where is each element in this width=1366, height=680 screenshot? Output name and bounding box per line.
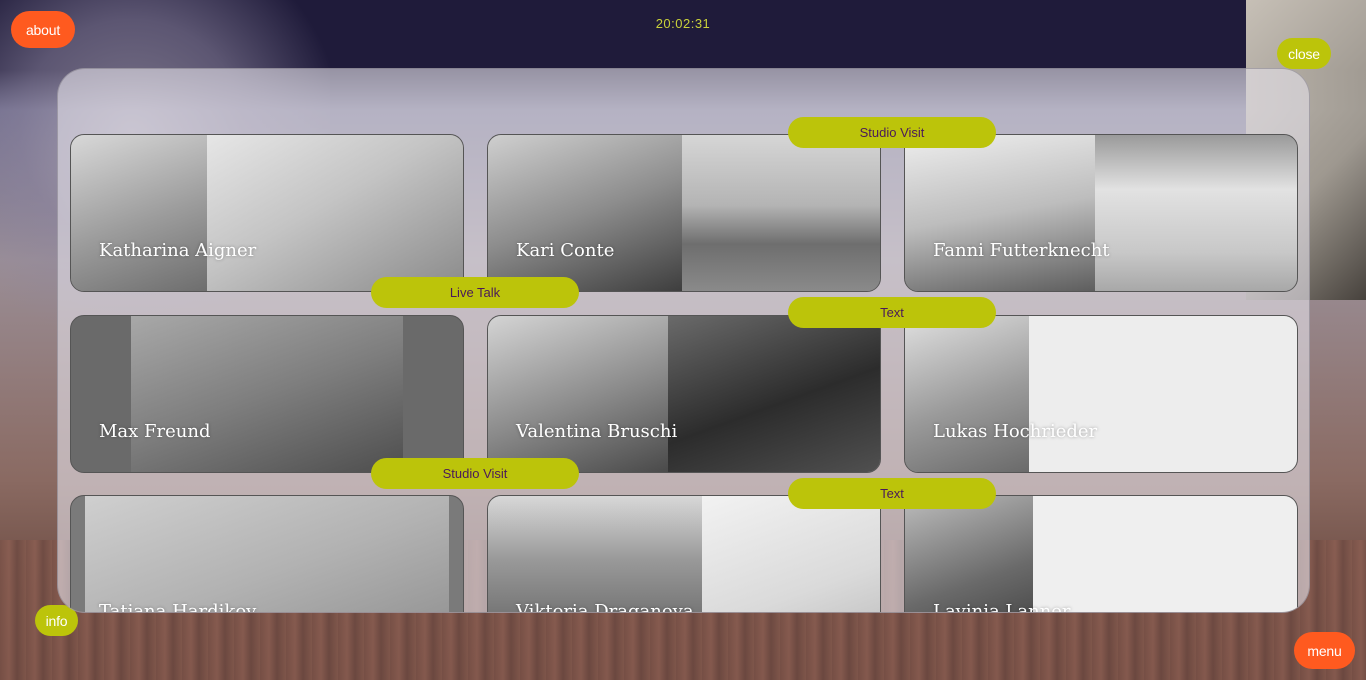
artist-photo [702,496,880,612]
artist-photo [488,316,668,472]
artist-photo [1029,316,1297,472]
artists-panel: Katharina Aigner Kari Conte Fanni Futter… [57,68,1310,613]
artist-photo [488,496,702,612]
artist-name: Lukas Hochrieder [933,421,1098,442]
tag-live-talk[interactable]: Live Talk [371,277,579,308]
artist-card[interactable]: Fanni Futterknecht [904,134,1298,292]
tag-text[interactable]: Text [788,297,996,328]
artist-photo [905,316,1029,472]
artist-card[interactable]: Kari Conte [487,134,881,292]
artist-name: Kari Conte [516,240,615,261]
artist-photo [71,135,207,291]
artist-photo [668,316,880,472]
clock: 20:02:31 [655,16,711,31]
artist-name: Viktoria Draganova [516,601,694,613]
artist-photo [488,135,682,291]
tag-studio-visit[interactable]: Studio Visit [371,458,579,489]
artist-photo [905,135,1095,291]
tag-studio-visit[interactable]: Studio Visit [788,117,996,148]
artist-name: Tatiana Hardikov [99,601,257,613]
artist-card[interactable]: Viktoria Draganova [487,495,881,613]
artist-card[interactable]: Lukas Hochrieder [904,315,1298,473]
artist-card[interactable]: Max Freund [70,315,464,473]
artist-photo [85,496,449,612]
artist-photo [682,135,880,291]
artist-photo [207,135,463,291]
artist-photo [1033,496,1297,612]
artist-photo [131,316,403,472]
artist-name: Max Freund [99,421,211,442]
tag-text[interactable]: Text [788,478,996,509]
about-button[interactable]: about [11,11,75,48]
artist-card[interactable]: Valentina Bruschi [487,315,881,473]
artist-card[interactable]: Katharina Aigner [70,134,464,292]
artist-card[interactable]: Lavinia Lanner [904,495,1298,613]
artist-name: Katharina Aigner [99,240,257,261]
artist-photo [905,496,1033,612]
close-button[interactable]: close [1277,38,1331,69]
artist-name: Fanni Futterknecht [933,240,1110,261]
artist-photo [1095,135,1297,291]
artist-card[interactable]: Tatiana Hardikov [70,495,464,613]
artist-name: Valentina Bruschi [516,421,678,442]
artist-name: Lavinia Lanner [933,601,1071,613]
menu-button[interactable]: menu [1294,632,1355,669]
